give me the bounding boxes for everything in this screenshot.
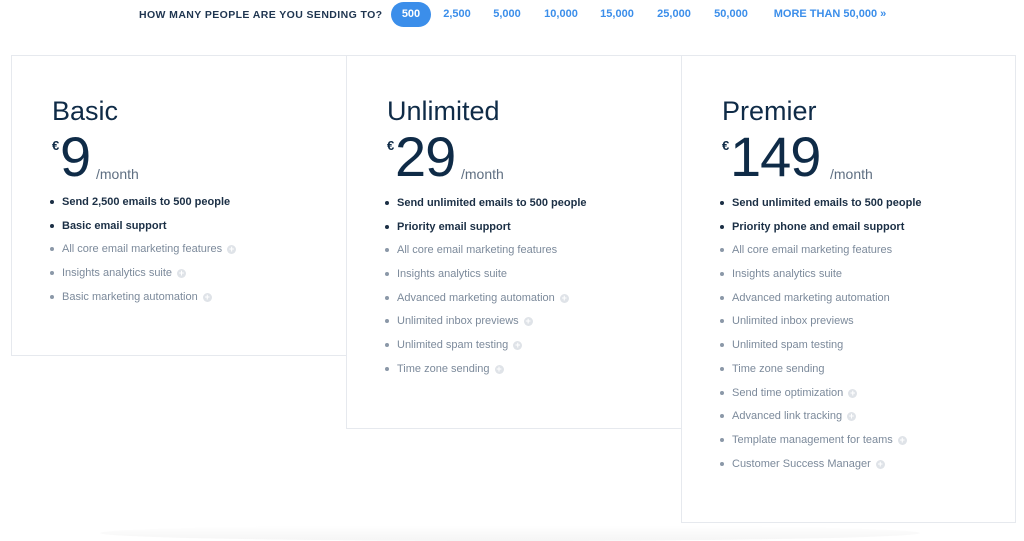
info-plus-icon[interactable]: + — [177, 269, 187, 279]
feature-item: Priority email support — [385, 221, 587, 245]
option-more-than-50000[interactable]: MORE THAN 50,000 » — [768, 2, 892, 27]
feature-item: Advanced marketing automation — [720, 292, 922, 316]
feature-list: Send unlimited emails to 500 people Prio… — [385, 197, 587, 387]
page-bottom-shadow — [100, 525, 920, 541]
feature-item: Unlimited spam testing — [720, 339, 922, 363]
option-2500[interactable]: 2,500 — [437, 2, 477, 27]
info-plus-icon[interactable]: + — [513, 341, 523, 351]
info-plus-icon[interactable]: + — [202, 292, 212, 302]
info-plus-icon[interactable]: + — [875, 459, 885, 469]
plan-card-basic: Basic € 9 /month Send 2,500 emails to 50… — [11, 55, 348, 356]
plan-price: 29 — [395, 125, 456, 188]
currency-symbol: € — [722, 138, 730, 153]
plan-card-unlimited: Unlimited € 29 /month Send unlimited ema… — [346, 55, 682, 429]
option-500[interactable]: 500 — [391, 2, 431, 27]
option-5000[interactable]: 5,000 — [487, 2, 527, 27]
price-period: /month — [96, 166, 139, 182]
feature-list: Send unlimited emails to 500 people Prio… — [720, 197, 922, 482]
info-plus-icon[interactable]: + — [494, 364, 504, 374]
feature-item: Unlimited spam testing + — [385, 339, 587, 363]
feature-item: Customer Success Manager + — [720, 458, 922, 482]
feature-item: Unlimited inbox previews + — [385, 315, 587, 339]
plan-name: Basic — [52, 96, 119, 126]
plan-name: Premier — [722, 96, 817, 126]
currency-symbol: € — [387, 138, 395, 153]
option-15000[interactable]: 15,000 — [594, 2, 640, 27]
feature-item: Insights analytics suite — [720, 268, 922, 292]
feature-item: All core email marketing features — [385, 244, 587, 268]
audience-question: HOW MANY PEOPLE ARE YOU SENDING TO? — [139, 9, 383, 21]
info-plus-icon[interactable]: + — [847, 412, 857, 422]
feature-item: Basic marketing automation + — [49, 291, 236, 315]
feature-item: Send 2,500 emails to 500 people — [49, 196, 236, 220]
feature-item: Advanced link tracking + — [720, 410, 922, 434]
feature-item: Time zone sending + — [385, 363, 587, 387]
feature-item: Insights analytics suite + — [49, 267, 236, 291]
feature-item: Send unlimited emails to 500 people — [385, 197, 587, 221]
feature-item: All core email marketing features — [720, 244, 922, 268]
feature-item: Time zone sending — [720, 363, 922, 387]
feature-item: Priority phone and email support — [720, 221, 922, 245]
feature-item: Template management for teams + — [720, 434, 922, 458]
price-period: /month — [830, 166, 873, 182]
info-plus-icon[interactable]: + — [897, 435, 907, 445]
feature-item: Send unlimited emails to 500 people — [720, 197, 922, 221]
option-25000[interactable]: 25,000 — [651, 2, 697, 27]
info-plus-icon[interactable]: + — [523, 317, 533, 327]
feature-item: Unlimited inbox previews — [720, 315, 922, 339]
option-50000[interactable]: 50,000 — [708, 2, 754, 27]
plan-card-premier: Premier € 149 /month Send unlimited emai… — [681, 55, 1016, 523]
plan-price: 149 — [730, 125, 821, 188]
feature-item: Send time optimization + — [720, 387, 922, 411]
info-plus-icon[interactable]: + — [848, 388, 858, 398]
feature-item: Insights analytics suite — [385, 268, 587, 292]
plan-name: Unlimited — [387, 96, 500, 126]
feature-item: Basic email support — [49, 220, 236, 244]
feature-item: Advanced marketing automation + — [385, 292, 587, 316]
plan-price: 9 — [60, 125, 91, 188]
info-plus-icon[interactable]: + — [227, 245, 237, 255]
price-period: /month — [461, 166, 504, 182]
feature-list: Send 2,500 emails to 500 people Basic em… — [49, 196, 237, 315]
option-10000[interactable]: 10,000 — [538, 2, 584, 27]
info-plus-icon[interactable]: + — [559, 293, 569, 303]
feature-item: All core email marketing features + — [49, 243, 237, 267]
audience-size-selector: HOW MANY PEOPLE ARE YOU SENDING TO? 500 … — [0, 0, 1024, 30]
currency-symbol: € — [52, 138, 60, 153]
